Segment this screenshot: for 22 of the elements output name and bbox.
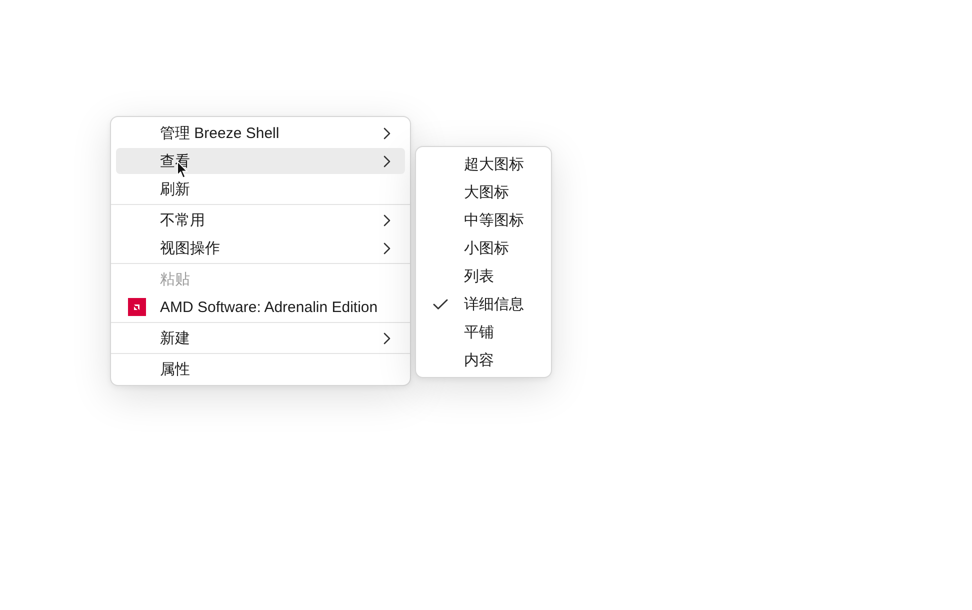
- menu-item[interactable]: 超大图标: [421, 151, 546, 177]
- menu-item[interactable]: 中等图标: [421, 207, 546, 233]
- app-icon: [128, 298, 146, 316]
- checkmark-icon: [433, 299, 448, 310]
- menu-item[interactable]: 小图标: [421, 235, 546, 261]
- menu-item[interactable]: 新建: [116, 325, 405, 351]
- menu-item[interactable]: 平铺: [421, 319, 546, 345]
- chevron-right-icon: [383, 154, 391, 168]
- menu-item[interactable]: 管理 Breeze Shell: [116, 120, 405, 146]
- menu-item[interactable]: 属性: [116, 356, 405, 382]
- chevron-right-icon: [383, 242, 391, 254]
- menu-item[interactable]: 列表: [421, 263, 546, 289]
- chevron-right-icon: [383, 332, 391, 344]
- menu-item[interactable]: 详细信息: [421, 291, 546, 317]
- menu-item[interactable]: 视图操作: [116, 235, 405, 261]
- menu-item[interactable]: 大图标: [421, 179, 546, 205]
- menu-item[interactable]: 不常用: [116, 207, 405, 233]
- menu-item[interactable]: AMD Software: Adrenalin Edition: [116, 294, 405, 320]
- menu-item[interactable]: 刷新: [116, 176, 405, 202]
- chevron-right-icon: [383, 214, 391, 226]
- chevron-right-icon: [383, 126, 391, 140]
- menu-item[interactable]: 内容: [421, 347, 546, 373]
